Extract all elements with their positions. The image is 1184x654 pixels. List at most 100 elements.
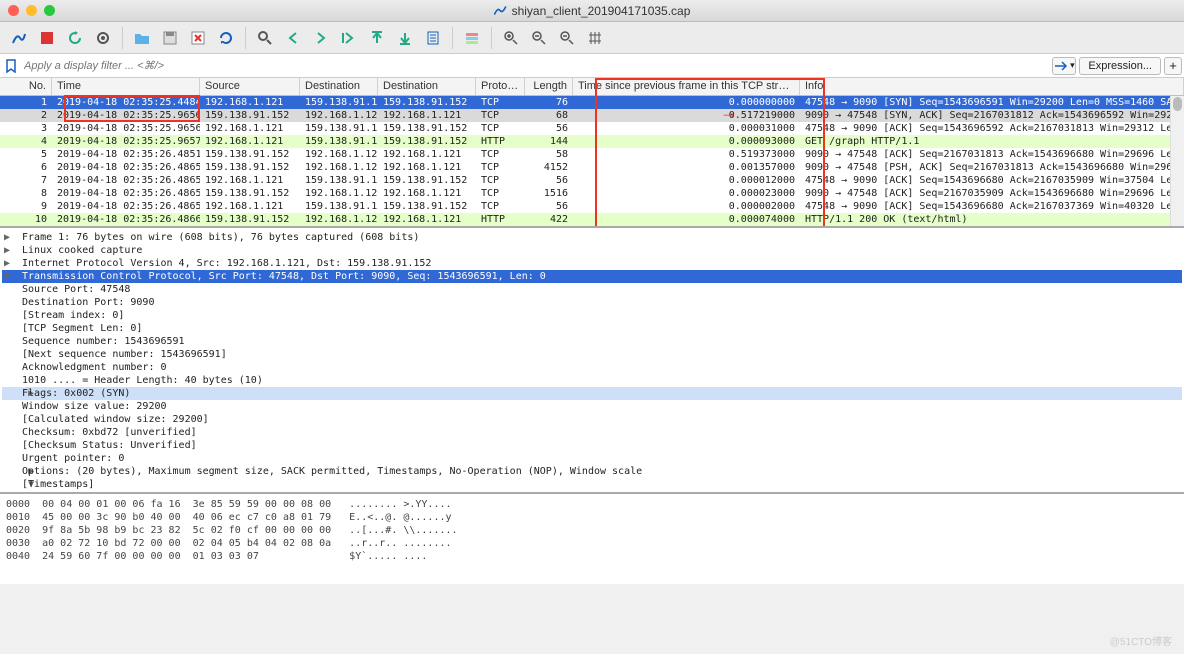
packet-details-pane[interactable]: ▶ Frame 1: 76 bytes on wire (608 bits), … — [0, 228, 1184, 494]
zoom-in-button[interactable] — [498, 26, 524, 50]
packet-row[interactable]: 62019-04-18 02:35:26.486517159.138.91.15… — [0, 161, 1184, 174]
close-window[interactable] — [8, 5, 19, 16]
stop-capture-button[interactable] — [34, 26, 60, 50]
packet-row[interactable]: 92019-04-18 02:35:26.486554192.168.1.121… — [0, 200, 1184, 213]
go-previous-button[interactable] — [280, 26, 306, 50]
packet-row[interactable]: 112019-04-18 02:35:26.486631192.168.1.12… — [0, 226, 1184, 228]
detail-line[interactable]: [Next sequence number: 1543696591] — [2, 348, 1182, 361]
detail-line[interactable]: Checksum: 0xbd72 [unverified] — [2, 426, 1182, 439]
close-file-button[interactable] — [185, 26, 211, 50]
zoom-out-icon — [559, 30, 575, 46]
add-filter-button[interactable]: + — [1164, 57, 1182, 75]
arrow-left-icon — [285, 30, 301, 46]
detail-line[interactable]: [Stream index: 0] — [2, 309, 1182, 322]
packet-bytes-pane[interactable]: 0000 00 04 00 01 00 06 fa 16 3e 85 59 59… — [0, 494, 1184, 584]
main-toolbar — [0, 22, 1184, 54]
packet-row[interactable]: 42019-04-18 02:35:25.965787192.168.1.121… — [0, 135, 1184, 148]
separator — [122, 27, 123, 49]
open-file-button[interactable] — [129, 26, 155, 50]
maximize-window[interactable] — [44, 5, 55, 16]
packet-list-pane[interactable]: No. Time Source Destination Destination … — [0, 78, 1184, 228]
close-file-icon — [190, 30, 206, 46]
packet-list-body[interactable]: 12019-04-18 02:35:25.448444192.168.1.121… — [0, 96, 1184, 228]
arrow-right-icon — [1054, 61, 1068, 71]
detail-line[interactable]: Urgent pointer: 0 — [2, 452, 1182, 465]
packet-list-header[interactable]: No. Time Source Destination Destination … — [0, 78, 1184, 96]
autoscroll-icon — [425, 30, 441, 46]
col-info[interactable]: Info — [800, 78, 1184, 95]
col-destination[interactable]: Destination — [300, 78, 378, 95]
autoscroll-button[interactable] — [420, 26, 446, 50]
detail-line[interactable]: [Calculated window size: 29200] — [2, 413, 1182, 426]
detail-line[interactable]: Acknowledgment number: 0 — [2, 361, 1182, 374]
detail-line[interactable]: ▼ Transmission Control Protocol, Src Por… — [2, 270, 1182, 283]
colorize-button[interactable] — [459, 26, 485, 50]
detail-line[interactable]: ▶ Flags: 0x002 (SYN) — [2, 387, 1182, 400]
packet-row[interactable]: 52019-04-18 02:35:26.485160159.138.91.15… — [0, 148, 1184, 161]
col-source[interactable]: Source — [200, 78, 300, 95]
detail-line[interactable]: Sequence number: 1543696591 — [2, 335, 1182, 348]
start-capture-button[interactable] — [6, 26, 32, 50]
reload-icon — [218, 30, 234, 46]
packet-row[interactable]: 32019-04-18 02:35:25.965694192.168.1.121… — [0, 122, 1184, 135]
detail-line[interactable]: ▶ Linux cooked capture — [2, 244, 1182, 257]
display-filter-input[interactable] — [20, 57, 1049, 75]
detail-line[interactable]: [Checksum Status: Unverified] — [2, 439, 1182, 452]
separator — [245, 27, 246, 49]
detail-line[interactable]: ▶ Frame 1: 76 bytes on wire (608 bits), … — [2, 231, 1182, 244]
watermark: @51CTO博客 — [1110, 633, 1172, 648]
col-no[interactable]: No. — [0, 78, 52, 95]
col-protocol[interactable]: Protocol — [476, 78, 525, 95]
packet-row[interactable]: 102019-04-18 02:35:26.486628159.138.91.1… — [0, 213, 1184, 226]
col-destination2[interactable]: Destination — [378, 78, 476, 95]
detail-line[interactable]: Destination Port: 9090 — [2, 296, 1182, 309]
arrow-right-icon — [313, 30, 329, 46]
annotation-arrow: → — [720, 102, 738, 123]
detail-line[interactable]: 1010 .... = Header Length: 40 bytes (10) — [2, 374, 1182, 387]
col-time[interactable]: Time — [52, 78, 200, 95]
packet-row[interactable]: 72019-04-18 02:35:26.486529192.168.1.121… — [0, 174, 1184, 187]
save-icon — [162, 30, 178, 46]
detail-line[interactable]: Window size value: 29200 — [2, 400, 1182, 413]
col-tcp-delta[interactable]: Time since previous frame in this TCP st… — [573, 78, 800, 95]
separator — [452, 27, 453, 49]
packet-list-scrollbar[interactable] — [1170, 96, 1184, 226]
packet-row[interactable]: 22019-04-18 02:35:25.965663159.138.91.15… — [0, 109, 1184, 122]
colorize-icon — [464, 30, 480, 46]
packet-row[interactable]: 82019-04-18 02:35:26.486552159.138.91.15… — [0, 187, 1184, 200]
go-last-icon — [397, 30, 413, 46]
title-bar: shiyan_client_201904171035.cap — [0, 0, 1184, 22]
save-file-button[interactable] — [157, 26, 183, 50]
reload-button[interactable] — [213, 26, 239, 50]
bookmark-icon[interactable] — [2, 59, 20, 73]
zoom-reset-icon — [531, 30, 547, 46]
window-title: shiyan_client_201904171035.cap — [494, 4, 691, 18]
first-packet-button[interactable] — [364, 26, 390, 50]
go-to-packet-button[interactable] — [336, 26, 362, 50]
detail-line[interactable]: ▼ [Timestamps] — [2, 478, 1182, 491]
gear-icon — [95, 30, 111, 46]
detail-line[interactable]: Source Port: 47548 — [2, 283, 1182, 296]
last-packet-button[interactable] — [392, 26, 418, 50]
detail-line[interactable]: ▶ Internet Protocol Version 4, Src: 192.… — [2, 257, 1182, 270]
filter-bar: ▾ Expression... + — [0, 54, 1184, 78]
restart-capture-button[interactable] — [62, 26, 88, 50]
zoom-reset-button[interactable] — [526, 26, 552, 50]
zoom-out-button[interactable] — [554, 26, 580, 50]
expression-button[interactable]: Expression... — [1079, 57, 1161, 75]
goto-icon — [341, 30, 357, 46]
find-packet-button[interactable] — [252, 26, 278, 50]
resize-columns-button[interactable] — [582, 26, 608, 50]
capture-options-button[interactable] — [90, 26, 116, 50]
col-length[interactable]: Length — [525, 78, 573, 95]
zoom-in-icon — [503, 30, 519, 46]
columns-icon — [587, 30, 603, 46]
detail-line[interactable]: [TCP Segment Len: 0] — [2, 322, 1182, 335]
shark-fin-icon — [11, 30, 27, 46]
go-next-button[interactable] — [308, 26, 334, 50]
detail-line[interactable]: ▶ Options: (20 bytes), Maximum segment s… — [2, 465, 1182, 478]
packet-row[interactable]: 12019-04-18 02:35:25.448444192.168.1.121… — [0, 96, 1184, 109]
apply-filter-button[interactable]: ▾ — [1052, 57, 1076, 75]
wireshark-fin-icon — [494, 4, 507, 17]
minimize-window[interactable] — [26, 5, 37, 16]
